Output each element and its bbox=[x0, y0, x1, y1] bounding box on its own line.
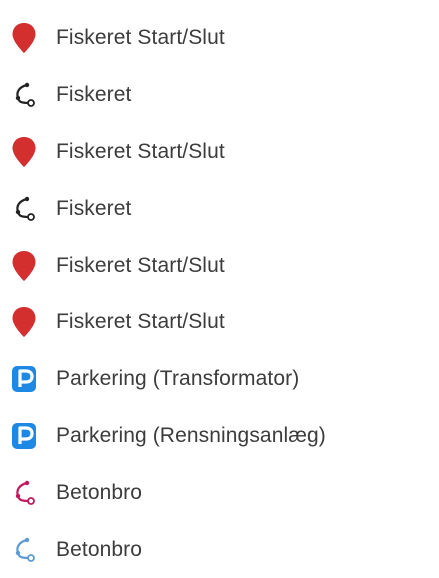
map-pin-icon bbox=[10, 21, 38, 55]
legend-item-label: Fiskeret Start/Slut bbox=[56, 310, 225, 334]
legend-item-fiskeret-start-slut[interactable]: Fiskeret Start/Slut bbox=[0, 124, 439, 181]
route-line-icon bbox=[10, 192, 38, 226]
map-legend: Fiskeret Start/Slut Fiskeret Fiskeret St… bbox=[0, 10, 439, 578]
legend-item-label: Parkering (Transformator) bbox=[56, 367, 300, 391]
legend-item-parkering-rensningsanlaeg[interactable]: Parkering (Rensningsanlæg) bbox=[0, 408, 439, 465]
map-pin-icon bbox=[10, 135, 38, 169]
route-line-icon bbox=[10, 533, 38, 567]
legend-item-fiskeret-start-slut[interactable]: Fiskeret Start/Slut bbox=[0, 10, 439, 67]
legend-item-label: Fiskeret Start/Slut bbox=[56, 26, 225, 50]
legend-item-fiskeret-start-slut[interactable]: Fiskeret Start/Slut bbox=[0, 294, 439, 351]
legend-item-label: Fiskeret bbox=[56, 83, 132, 107]
legend-item-label: Fiskeret bbox=[56, 196, 132, 220]
route-line-icon bbox=[10, 78, 38, 112]
map-pin-icon bbox=[10, 305, 38, 339]
legend-item-parkering-transformator[interactable]: Parkering (Transformator) bbox=[0, 351, 439, 408]
legend-item-label: Betonbro bbox=[56, 480, 143, 504]
parking-icon bbox=[10, 419, 38, 453]
legend-item-fiskeret[interactable]: Fiskeret bbox=[0, 67, 439, 124]
legend-item-fiskeret[interactable]: Fiskeret bbox=[0, 180, 439, 237]
legend-item-fiskeret-start-slut[interactable]: Fiskeret Start/Slut bbox=[0, 237, 439, 294]
legend-item-label: Fiskeret Start/Slut bbox=[56, 253, 225, 277]
legend-item-label: Betonbro bbox=[56, 537, 143, 561]
map-pin-icon bbox=[10, 249, 38, 283]
route-line-icon bbox=[10, 476, 38, 510]
legend-item-label: Parkering (Rensningsanlæg) bbox=[56, 423, 326, 447]
legend-item-betonbro[interactable]: Betonbro bbox=[0, 521, 439, 578]
legend-item-label: Fiskeret Start/Slut bbox=[56, 139, 225, 163]
parking-icon bbox=[10, 362, 38, 396]
legend-item-betonbro[interactable]: Betonbro bbox=[0, 464, 439, 521]
